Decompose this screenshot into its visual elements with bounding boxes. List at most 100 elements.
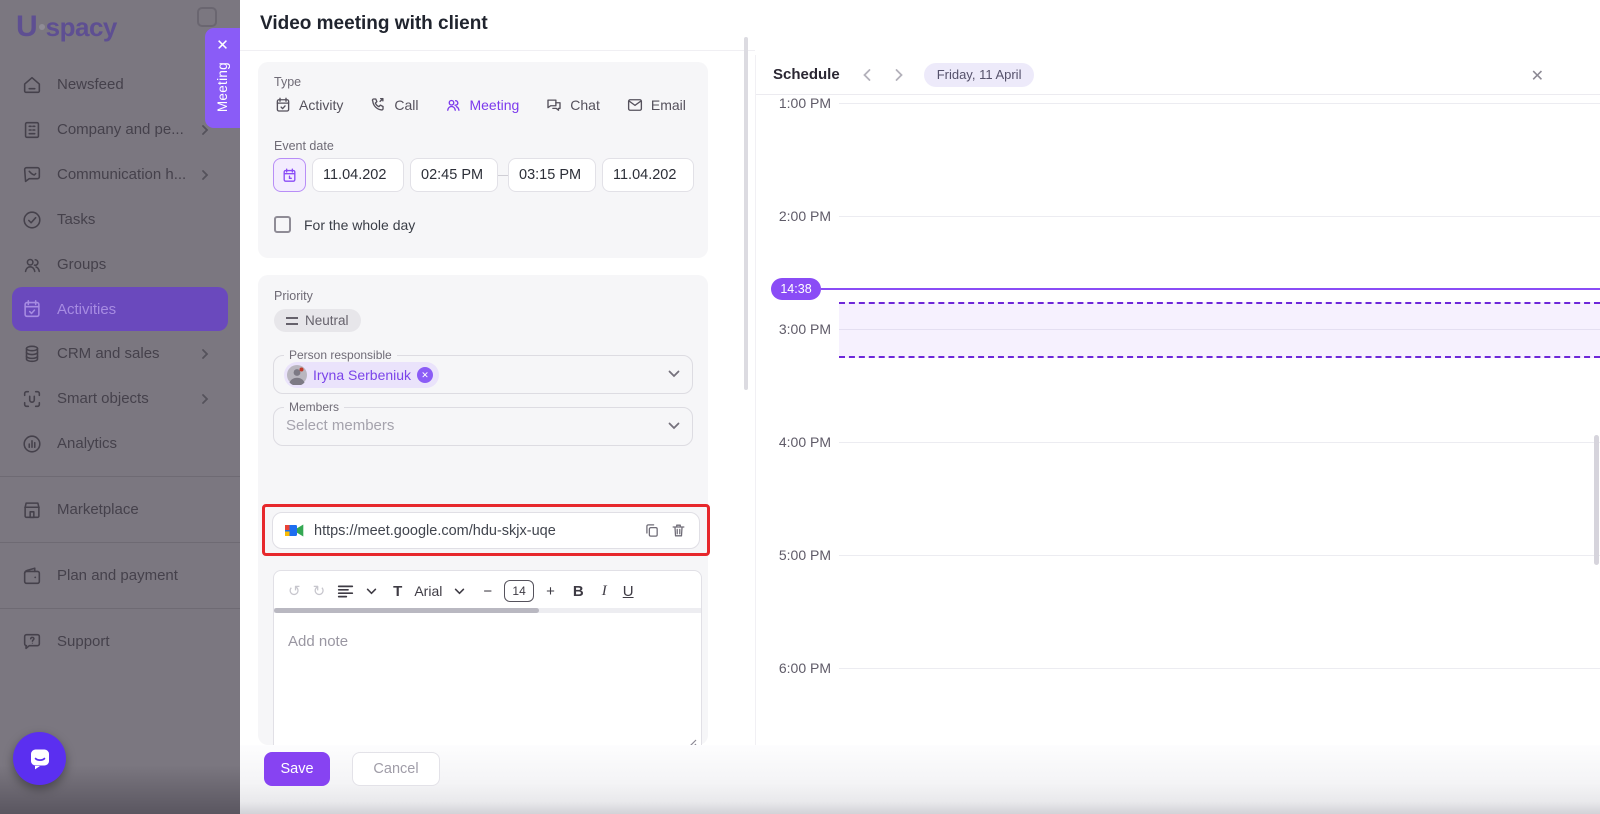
bold-button[interactable]: B xyxy=(573,583,584,600)
google-meet-icon xyxy=(285,523,304,538)
sidebar-divider xyxy=(0,608,240,609)
sidebar-item-tasks[interactable]: Tasks xyxy=(0,197,240,242)
close-icon[interactable]: ✕ xyxy=(216,36,229,56)
cancel-button[interactable]: Cancel xyxy=(352,752,440,786)
analytics-icon xyxy=(21,433,43,455)
time-label: 4:00 PM xyxy=(756,434,831,450)
type-option-activity[interactable]: Activity xyxy=(274,96,343,114)
end-date-input[interactable]: 11.04.202 xyxy=(602,158,694,192)
chevron-down-icon[interactable] xyxy=(454,588,465,595)
app-logo[interactable]: U spacy xyxy=(16,10,117,44)
sidebar-item-label: Support xyxy=(57,633,110,650)
type-option-email[interactable]: Email xyxy=(626,96,686,114)
italic-button[interactable]: I xyxy=(602,583,607,600)
chevron-right-icon[interactable] xyxy=(894,68,904,82)
save-button[interactable]: Save xyxy=(264,752,330,786)
chevron-down-icon[interactable] xyxy=(366,588,377,595)
activity-modal: ✕ Meeting Video meeting with client Type… xyxy=(240,0,1600,814)
type-option-label: Chat xyxy=(570,97,600,113)
whole-day-row: For the whole day xyxy=(274,216,415,233)
side-tab-label: Meeting xyxy=(215,62,230,112)
font-size-value[interactable]: 14 xyxy=(504,580,534,602)
copy-icon[interactable] xyxy=(643,522,660,539)
chevron-down-icon[interactable] xyxy=(668,370,680,378)
members-field[interactable]: Members Select members xyxy=(273,407,693,446)
align-icon[interactable] xyxy=(337,584,354,599)
support-icon xyxy=(21,631,43,653)
sidebar-item-marketplace[interactable]: Marketplace xyxy=(0,487,240,532)
form-scrollbar[interactable] xyxy=(744,37,748,390)
note-textarea[interactable]: Add note xyxy=(274,613,701,670)
close-icon[interactable]: ✕ xyxy=(1531,66,1544,86)
type-date-section: Type Activity Call Meeting Chat xyxy=(258,62,708,258)
end-time-input[interactable]: 03:15 PM xyxy=(508,158,596,192)
type-option-label: Email xyxy=(651,97,686,113)
priority-value: Neutral xyxy=(305,313,349,328)
calendar-picker-button[interactable] xyxy=(273,158,306,192)
scheduled-event-slot[interactable] xyxy=(839,302,1600,358)
decrease-font-button[interactable]: − xyxy=(483,583,492,600)
sidebar-collapse-icon[interactable] xyxy=(197,7,217,27)
underline-button[interactable]: U xyxy=(623,583,634,600)
toolbar-scrollbar-thumb[interactable] xyxy=(274,608,539,613)
chevron-right-icon xyxy=(200,348,210,360)
type-option-meeting[interactable]: Meeting xyxy=(444,96,519,114)
meeting-side-tab[interactable]: ✕ Meeting xyxy=(205,28,240,128)
increase-font-button[interactable]: + xyxy=(546,583,555,600)
sidebar-item-activities[interactable]: Activities xyxy=(12,287,228,331)
sidebar-item-label: Communication h... xyxy=(57,166,186,183)
redo-icon[interactable]: ↻ xyxy=(313,582,326,600)
type-option-call[interactable]: Call xyxy=(369,96,418,114)
sidebar-item-analytics[interactable]: Analytics xyxy=(0,421,240,466)
schedule-panel: Schedule Friday, 11 April ✕ 14:38 1:00 P… xyxy=(755,55,1600,814)
chevron-down-icon[interactable] xyxy=(668,422,680,430)
crm-icon xyxy=(21,343,43,365)
calendar-icon xyxy=(281,167,298,184)
event-date-row: 11.04.202 02:45 PM 03:15 PM 11.04.202 xyxy=(273,158,694,192)
current-time-badge: 14:38 xyxy=(771,278,821,300)
person-responsible-field[interactable]: Person responsible Iryna Serbeniuk ✕ xyxy=(273,355,693,394)
modal-title: Video meeting with client xyxy=(260,13,488,35)
sidebar-item-label: Activities xyxy=(57,301,116,318)
sidebar-item-label: Tasks xyxy=(57,211,95,228)
sidebar-item-label: Newsfeed xyxy=(57,76,124,93)
type-option-chat[interactable]: Chat xyxy=(545,96,600,114)
trash-icon[interactable] xyxy=(670,522,687,539)
toolbar-scrollbar[interactable] xyxy=(274,608,701,613)
sidebar-item-communication[interactable]: Communication h... xyxy=(0,152,240,197)
start-time-input[interactable]: 02:45 PM xyxy=(410,158,498,192)
sidebar-item-crm[interactable]: CRM and sales xyxy=(0,331,240,376)
start-date-input[interactable]: 11.04.202 xyxy=(312,158,404,192)
schedule-date-pill[interactable]: Friday, 11 April xyxy=(924,63,1035,87)
chat-icon xyxy=(545,96,563,114)
sidebar-item-groups[interactable]: Groups xyxy=(0,242,240,287)
wallet-icon xyxy=(21,565,43,587)
schedule-scrollbar[interactable] xyxy=(1594,435,1599,565)
font-family-select[interactable]: Arial xyxy=(414,583,442,599)
time-label: 2:00 PM xyxy=(756,208,831,224)
sidebar-item-plan-payment[interactable]: Plan and payment xyxy=(0,553,240,598)
person-chip: Iryna Serbeniuk ✕ xyxy=(284,362,439,388)
priority-value-pill[interactable]: Neutral xyxy=(274,309,361,332)
people-icon xyxy=(444,96,462,114)
support-chat-launcher[interactable] xyxy=(13,732,66,785)
undo-icon[interactable]: ↺ xyxy=(288,582,301,600)
sidebar-item-label: Marketplace xyxy=(57,501,139,518)
activity-form: Type Activity Call Meeting Chat xyxy=(240,55,755,745)
remove-person-icon[interactable]: ✕ xyxy=(417,367,433,383)
sidebar-item-newsfeed[interactable]: Newsfeed xyxy=(0,62,240,107)
whole-day-label: For the whole day xyxy=(304,217,415,233)
sidebar-nav: Newsfeed Company and pe... Communication… xyxy=(0,62,240,664)
chevron-left-icon[interactable] xyxy=(862,68,872,82)
event-date-label: Event date xyxy=(274,139,334,153)
text-color-icon[interactable]: T xyxy=(393,583,402,600)
whole-day-checkbox[interactable] xyxy=(274,216,291,233)
schedule-timeline[interactable]: 14:38 1:00 PM2:00 PM3:00 PM4:00 PM5:00 P… xyxy=(756,95,1600,769)
sidebar-item-support[interactable]: Support xyxy=(0,619,240,664)
sidebar-item-label: Analytics xyxy=(57,435,117,452)
phone-icon xyxy=(369,96,387,114)
meeting-link-field[interactable]: https://meet.google.com/hdu-skjx-uqe xyxy=(272,512,700,549)
sidebar-item-company[interactable]: Company and pe... xyxy=(0,107,240,152)
hour-gridline xyxy=(839,103,1600,104)
sidebar-item-smart-objects[interactable]: Smart objects xyxy=(0,376,240,421)
